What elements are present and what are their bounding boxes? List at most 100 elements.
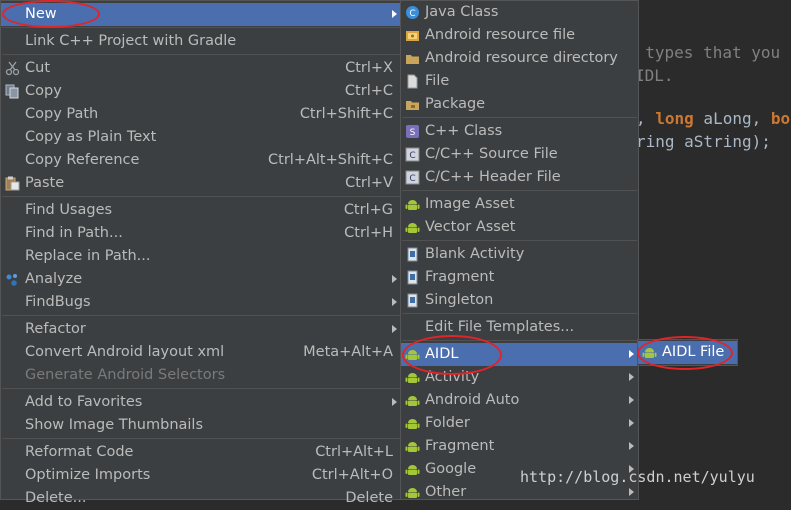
menu-item-aidl[interactable]: AIDL — [401, 343, 638, 366]
menu-item-label: Delete... — [25, 490, 87, 506]
menu-item-optimize-imports[interactable]: Optimize Imports Ctrl+Alt+O — [1, 464, 401, 487]
menu-item-android-resource-directory[interactable]: Android resource directory — [401, 47, 638, 70]
menu-item-label: Edit File Templates... — [425, 319, 575, 335]
menu-item-aidl-file[interactable]: AIDL File — [638, 341, 737, 364]
menu-item-edit-file-templates[interactable]: Edit File Templates... — [401, 316, 638, 339]
menu-item-label: Generate Android Selectors — [25, 367, 226, 383]
menu-item-label: Show Image Thumbnails — [25, 417, 204, 433]
menu-item-label: Image Asset — [425, 196, 515, 212]
menu-separator — [2, 315, 400, 316]
menu-item-findbugs[interactable]: FindBugs — [1, 291, 401, 314]
menu-item-c-header-file[interactable]: C C/C++ Header File — [401, 166, 638, 189]
menu-item-copy-reference[interactable]: Copy Reference Ctrl+Alt+Shift+C — [1, 149, 401, 172]
menu-item-file[interactable]: File — [401, 70, 638, 93]
cpp-class-icon: S — [406, 125, 419, 138]
menu-item-label: AIDL — [425, 346, 459, 362]
menu-item-label: Folder — [425, 415, 470, 431]
template-icon — [407, 270, 418, 285]
android-icon — [405, 419, 420, 429]
menu-item-copy-plain-text[interactable]: Copy as Plain Text — [1, 126, 401, 149]
menu-item-label: Paste — [25, 175, 65, 191]
menu-item-label: Convert Android layout xml — [25, 344, 225, 360]
android-icon — [405, 350, 420, 360]
menu-item-delete[interactable]: Delete... Delete — [1, 487, 401, 510]
menu-item-refactor[interactable]: Refactor — [1, 318, 401, 341]
android-icon — [405, 223, 420, 233]
resource-file-icon — [406, 31, 419, 41]
editor-line: , long aLong, bo — [636, 109, 791, 128]
menu-item-package[interactable]: Package — [401, 93, 638, 116]
menu-item-cpp-class[interactable]: S C++ Class — [401, 120, 638, 143]
menu-item-label: Blank Activity — [425, 246, 525, 262]
menu-item-label: FindBugs — [25, 294, 91, 310]
menu-item-label: Copy — [25, 83, 62, 99]
menu-item-label: Refactor — [25, 321, 86, 337]
menu-item-label: AIDL File — [662, 344, 725, 360]
menu-item-c-source-file[interactable]: C C/C++ Source File — [401, 143, 638, 166]
android-icon — [405, 465, 420, 475]
submenu-arrow-icon — [629, 373, 634, 381]
watermark: http://blog.csdn.net/yulyu — [520, 468, 755, 486]
menu-item-singleton[interactable]: Singleton — [401, 289, 638, 312]
menu-item-analyze[interactable]: Analyze — [1, 268, 401, 291]
menu-item-label: Copy as Plain Text — [25, 129, 157, 145]
menu-item-label: Copy Path — [25, 106, 99, 122]
menu-separator — [402, 190, 637, 191]
menu-item-copy[interactable]: Copy Ctrl+C — [1, 80, 401, 103]
menu-item-shortcut: Ctrl+V — [345, 175, 393, 191]
menu-item-vector-asset[interactable]: Vector Asset — [401, 216, 638, 239]
menu-item-android-resource-file[interactable]: Android resource file — [401, 24, 638, 47]
menu-item-label: Analyze — [25, 271, 83, 287]
copy-icon — [5, 84, 19, 99]
package-icon — [406, 101, 419, 110]
folder-icon — [406, 55, 419, 64]
menu-item-new[interactable]: New — [1, 3, 401, 26]
menu-item-label: Reformat Code — [25, 444, 134, 460]
menu-item-copy-path[interactable]: Copy Path Ctrl+Shift+C — [1, 103, 401, 126]
menu-item-fragment-template[interactable]: Fragment — [401, 266, 638, 289]
analyze-icon — [6, 274, 17, 286]
menu-item-label: Link C++ Project with Gradle — [25, 33, 237, 49]
submenu-arrow-icon — [629, 350, 634, 358]
menu-item-image-asset[interactable]: Image Asset — [401, 193, 638, 216]
menu-item-link-cpp-project[interactable]: Link C++ Project with Gradle — [1, 30, 401, 53]
menu-item-java-class[interactable]: C Java Class — [401, 1, 638, 24]
submenu-arrow-icon — [392, 275, 397, 283]
menu-item-label: Find in Path... — [25, 225, 123, 241]
menu-item-shortcut: Ctrl+Alt+O — [311, 467, 393, 483]
menu-item-cut[interactable]: Cut Ctrl+X — [1, 57, 401, 80]
c-source-file-icon: C — [405, 147, 420, 162]
menu-item-label: Java Class — [425, 4, 499, 20]
menu-item-shortcut: Ctrl+X — [345, 60, 393, 76]
svg-text:C: C — [409, 174, 415, 184]
menu-separator — [402, 240, 637, 241]
menu-item-fragment[interactable]: Fragment — [401, 435, 638, 458]
menu-item-blank-activity[interactable]: Blank Activity — [401, 243, 638, 266]
menu-item-android-auto[interactable]: Android Auto — [401, 389, 638, 412]
android-icon — [642, 348, 657, 358]
submenu-arrow-icon — [629, 488, 634, 496]
menu-item-label: Fragment — [425, 438, 495, 454]
menu-separator — [2, 54, 400, 55]
menu-item-folder[interactable]: Folder — [401, 412, 638, 435]
menu-item-show-image-thumbnails[interactable]: Show Image Thumbnails — [1, 414, 401, 437]
menu-item-label: Singleton — [425, 292, 494, 308]
menu-item-shortcut: Ctrl+Alt+Shift+C — [268, 152, 393, 168]
menu-item-activity[interactable]: Activity — [401, 366, 638, 389]
menu-item-find-usages[interactable]: Find Usages Ctrl+G — [1, 199, 401, 222]
menu-item-replace-in-path[interactable]: Replace in Path... — [1, 245, 401, 268]
menu-item-reformat-code[interactable]: Reformat Code Ctrl+Alt+L — [1, 441, 401, 464]
menu-item-find-in-path[interactable]: Find in Path... Ctrl+H — [1, 222, 401, 245]
android-icon — [405, 373, 420, 383]
menu-item-label: Other — [425, 484, 467, 500]
menu-item-paste[interactable]: Paste Ctrl+V — [1, 172, 401, 195]
submenu-arrow-icon — [629, 442, 634, 450]
menu-item-convert-android-layout[interactable]: Convert Android layout xml Meta+Alt+A — [1, 341, 401, 364]
submenu-arrow-icon — [629, 396, 634, 404]
svg-text:S: S — [410, 128, 416, 138]
menu-item-add-to-favorites[interactable]: Add to Favorites — [1, 391, 401, 414]
menu-item-label: Android Auto — [425, 392, 520, 408]
menu-item-label: Fragment — [425, 269, 495, 285]
menu-item-shortcut: Ctrl+H — [344, 225, 393, 241]
menu-separator — [2, 27, 400, 28]
